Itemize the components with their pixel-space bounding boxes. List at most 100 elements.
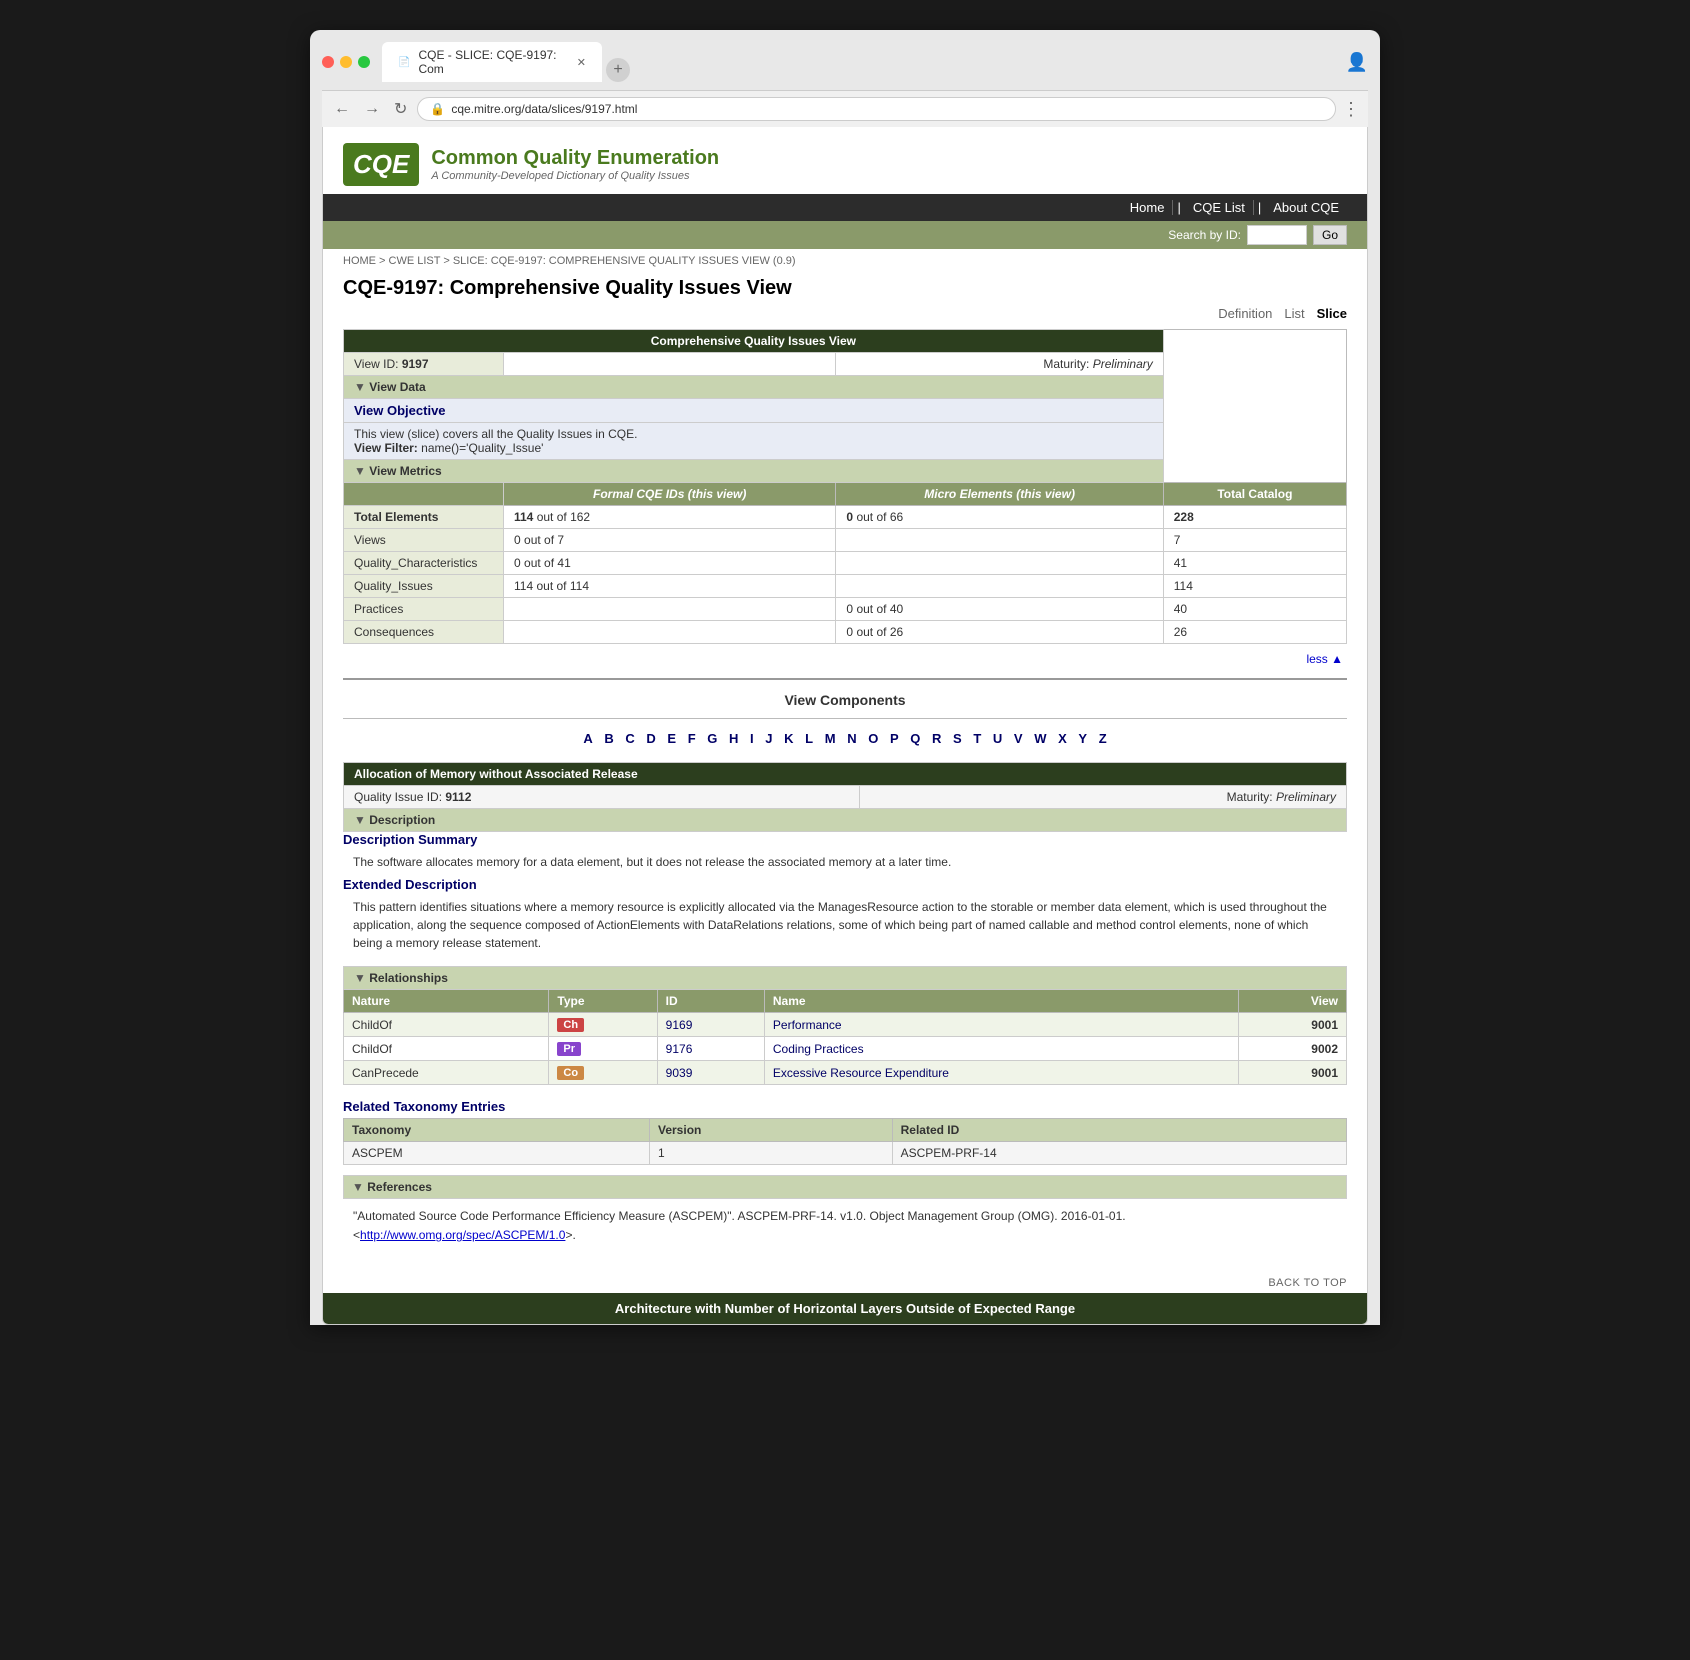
tax-col-1: Version	[650, 1119, 893, 1142]
search-go-button[interactable]: Go	[1313, 225, 1347, 245]
nav-about[interactable]: About CQE	[1265, 200, 1347, 215]
rel-view-2: 9001	[1238, 1061, 1346, 1085]
alpha-F[interactable]: F	[688, 731, 696, 746]
qi-table: Allocation of Memory without Associated …	[343, 762, 1347, 832]
logo-box: CQE	[343, 143, 419, 186]
alpha-P[interactable]: P	[890, 731, 899, 746]
alpha-R[interactable]: R	[932, 731, 941, 746]
alpha-N[interactable]: N	[847, 731, 856, 746]
site-header: CQE Common Quality Enumeration A Communi…	[323, 127, 1367, 194]
rel-row-1: ChildOf Pr 9176 Coding Practices 9002	[344, 1037, 1347, 1061]
tax-col-0: Taxonomy	[344, 1119, 650, 1142]
alpha-V[interactable]: V	[1014, 731, 1023, 746]
rel-id-1: 9176	[657, 1037, 764, 1061]
description-toggle-row[interactable]: ▼ Description	[344, 809, 1347, 832]
references-toggle[interactable]: ▼ References	[343, 1175, 1347, 1199]
alpha-Z[interactable]: Z	[1099, 731, 1107, 746]
relationships-collapse-icon: ▼	[354, 971, 366, 985]
refresh-button[interactable]: ↻	[390, 97, 411, 121]
rel-id-link-2[interactable]: 9039	[666, 1066, 693, 1080]
url-text: cqe.mitre.org/data/slices/9197.html	[451, 102, 637, 116]
nav-bar: Home | CQE List | About CQE	[323, 194, 1367, 221]
alpha-I[interactable]: I	[750, 731, 754, 746]
minimize-dot[interactable]	[340, 56, 352, 68]
active-tab[interactable]: 📄 CQE - SLICE: CQE-9197: Com ✕	[382, 42, 602, 82]
next-section-preview: Architecture with Number of Horizontal L…	[323, 1293, 1367, 1324]
relationships-table: ▼ Relationships Nature Type ID Name View…	[343, 966, 1347, 1085]
description-collapse-icon: ▼	[354, 813, 366, 827]
type-badge-co: Co	[557, 1066, 584, 1080]
less-link[interactable]: less ▲	[343, 650, 1347, 668]
close-dot[interactable]	[322, 56, 334, 68]
maximize-dot[interactable]	[358, 56, 370, 68]
metric-row-0: Total Elements 114 out of 162 0 out of 6…	[344, 506, 1347, 529]
alpha-C[interactable]: C	[625, 731, 634, 746]
browser-toolbar: ← → ↻ 🔒 cqe.mitre.org/data/slices/9197.h…	[322, 90, 1368, 127]
org-tagline: A Community-Developed Dictionary of Qual…	[431, 170, 719, 182]
taxonomy-title: Related Taxonomy Entries	[343, 1095, 1347, 1118]
profile-icon[interactable]: 👤	[1346, 52, 1368, 73]
alpha-L[interactable]: L	[805, 731, 813, 746]
rel-nature-0: ChildOf	[344, 1013, 549, 1037]
alpha-D[interactable]: D	[646, 731, 655, 746]
relationships-toggle-row[interactable]: ▼ Relationships	[344, 967, 1347, 990]
breadcrumb: HOME > CWE LIST > SLICE: CQE-9197: COMPR…	[323, 249, 1367, 273]
alpha-A[interactable]: A	[583, 731, 592, 746]
tax-col-2: Related ID	[892, 1119, 1346, 1142]
reference-link[interactable]: http://www.omg.org/spec/ASCPEM/1.0	[360, 1228, 565, 1242]
rel-name-2: Excessive Resource Expenditure	[764, 1061, 1238, 1085]
rel-header-row: Nature Type ID Name View	[344, 990, 1347, 1013]
alpha-O[interactable]: O	[868, 731, 878, 746]
view-metrics-toggle-row: ▼ View Metrics	[344, 460, 1347, 483]
tab-slice[interactable]: Slice	[1317, 306, 1347, 321]
rel-id-link-1[interactable]: 9176	[666, 1042, 693, 1056]
alpha-H[interactable]: H	[729, 731, 738, 746]
search-input[interactable]	[1247, 225, 1307, 245]
rel-name-link-0[interactable]: Performance	[773, 1018, 842, 1032]
objective-text-row: This view (slice) covers all the Quality…	[344, 423, 1347, 460]
alpha-Q[interactable]: Q	[910, 731, 920, 746]
logo-text: Common Quality Enumeration A Community-D…	[431, 147, 719, 182]
references-section: ▼ References "Automated Source Code Perf…	[343, 1175, 1347, 1253]
metric-row-2: Quality_Characteristics 0 out of 41 41	[344, 552, 1347, 575]
view-objective-link[interactable]: View Objective	[354, 403, 446, 418]
nav-cqe-list[interactable]: CQE List	[1185, 200, 1254, 215]
menu-button[interactable]: ⋮	[1342, 99, 1360, 120]
alpha-G[interactable]: G	[707, 731, 717, 746]
alpha-Y[interactable]: Y	[1078, 731, 1087, 746]
address-bar[interactable]: 🔒 cqe.mitre.org/data/slices/9197.html	[417, 97, 1336, 121]
rel-name-link-1[interactable]: Coding Practices	[773, 1042, 864, 1056]
new-tab-button[interactable]: +	[606, 58, 630, 82]
alpha-E[interactable]: E	[667, 731, 676, 746]
alpha-M[interactable]: M	[825, 731, 836, 746]
rel-row-2: CanPrecede Co 9039 Excessive Resource Ex…	[344, 1061, 1347, 1085]
back-button[interactable]: ←	[330, 98, 354, 120]
nav-home[interactable]: Home	[1122, 200, 1174, 215]
alpha-J[interactable]: J	[765, 731, 772, 746]
formal-cqe-header: Formal CQE IDs (this view)	[504, 483, 836, 506]
view-id-cell: View ID: 9197	[344, 353, 504, 376]
back-to-top[interactable]: BACK TO TOP	[323, 1273, 1367, 1293]
ext-desc-link[interactable]: Extended Description	[343, 877, 477, 892]
rel-name-link-2[interactable]: Excessive Resource Expenditure	[773, 1066, 949, 1080]
alpha-index: A B C D E F G H I J K L M N O P Q	[343, 723, 1347, 754]
tab-list[interactable]: List	[1284, 306, 1304, 321]
tab-close-icon[interactable]: ✕	[577, 56, 586, 69]
type-badge-ch: Ch	[557, 1018, 584, 1032]
rel-nature-header: Nature	[344, 990, 549, 1013]
alpha-U[interactable]: U	[993, 731, 1002, 746]
alpha-B[interactable]: B	[604, 731, 613, 746]
alpha-X[interactable]: X	[1058, 731, 1067, 746]
taxonomy-table: Taxonomy Version Related ID ASCPEM 1 ASC…	[343, 1118, 1347, 1165]
alpha-W[interactable]: W	[1034, 731, 1046, 746]
alpha-S[interactable]: S	[953, 731, 962, 746]
browser-titlebar: 📄 CQE - SLICE: CQE-9197: Com ✕ + 👤	[322, 42, 1368, 82]
alpha-K[interactable]: K	[784, 731, 793, 746]
rel-id-link-0[interactable]: 9169	[666, 1018, 693, 1032]
tab-definition[interactable]: Definition	[1218, 306, 1272, 321]
collapse-metrics-icon: ▼	[354, 464, 366, 478]
forward-button[interactable]: →	[360, 98, 384, 120]
desc-summary-link[interactable]: Description Summary	[343, 832, 477, 847]
alpha-T[interactable]: T	[973, 731, 981, 746]
qi-id-row: Quality Issue ID: 9112 Maturity: Prelimi…	[344, 786, 1347, 809]
